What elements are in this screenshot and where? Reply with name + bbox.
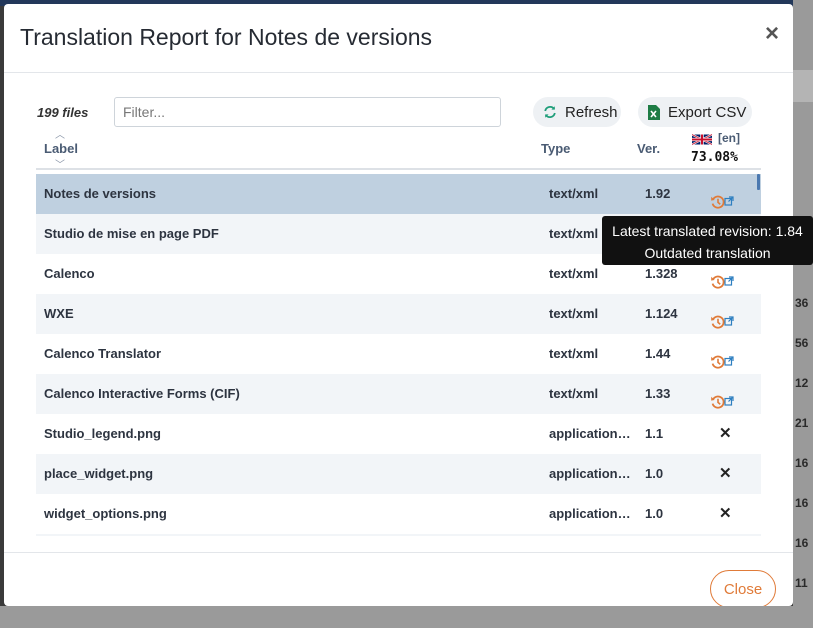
filter-input[interactable] xyxy=(114,97,501,127)
background-count: 16 xyxy=(795,496,809,510)
background-count: 56 xyxy=(795,336,809,350)
missing-translation-icon: ✕ xyxy=(719,465,732,482)
row-label: place_widget.png xyxy=(44,466,154,481)
row-label: Studio_legend.png xyxy=(44,426,161,441)
external-link-icon[interactable] xyxy=(724,302,734,326)
missing-translation-icon: ✕ xyxy=(719,505,732,522)
export-csv-label: Export CSV xyxy=(668,103,747,121)
row-version: 1.33 xyxy=(645,386,671,401)
background-count: 16 xyxy=(795,456,809,470)
background-count: 21 xyxy=(795,416,809,430)
background-count: 12 xyxy=(795,376,809,390)
dialog-header: Translation Report for Notes de versions… xyxy=(4,4,793,73)
row-type: application/o... xyxy=(549,426,634,441)
row-version: 1.44 xyxy=(645,346,671,361)
language-code: [en] xyxy=(718,131,740,145)
background-count: 16 xyxy=(795,536,809,550)
translation-percent: 73.08% xyxy=(691,150,738,165)
row-status: ✕ xyxy=(710,454,750,494)
row-label: WXE xyxy=(44,306,74,321)
type-column-header[interactable]: Type xyxy=(541,141,570,156)
row-label: Studio de mise en page PDF xyxy=(44,226,219,241)
external-link-icon[interactable] xyxy=(724,182,734,206)
background-bottom xyxy=(0,606,813,628)
label-column-header[interactable]: Label xyxy=(44,141,78,156)
background-count: 36 xyxy=(795,296,809,310)
export-csv-button[interactable]: Export CSV xyxy=(638,97,752,127)
row-label: Calenco Interactive Forms (CIF) xyxy=(44,386,240,401)
missing-translation-icon: ✕ xyxy=(719,425,732,442)
row-status: ✕ xyxy=(710,414,750,454)
footer-divider xyxy=(4,552,793,553)
external-link-icon[interactable] xyxy=(724,342,734,366)
table-row[interactable]: Studio_legend.png application/o... 1.1 ✕ xyxy=(36,414,761,454)
tooltip-revision: Latest translated revision: 1.84 xyxy=(612,223,803,239)
row-version: 1.124 xyxy=(645,306,678,321)
translation-report-dialog: Translation Report for Notes de versions… xyxy=(4,4,793,606)
row-status xyxy=(710,294,750,334)
table-row[interactable]: place_widget.png application/o... 1.0 ✕ xyxy=(36,454,761,494)
row-status xyxy=(710,174,750,214)
table-row[interactable]: Calenco Translator text/xml 1.44 xyxy=(36,334,761,374)
row-status: ✕ xyxy=(710,494,750,534)
close-icon[interactable]: × xyxy=(765,22,779,46)
row-status xyxy=(710,374,750,414)
row-version: 1.92 xyxy=(645,186,671,201)
row-label: Notes de versions xyxy=(44,186,156,201)
sort-asc-icon[interactable]: ︿ xyxy=(55,126,65,141)
row-type: text/xml xyxy=(549,306,599,321)
close-button[interactable]: Close xyxy=(710,570,776,606)
row-label: widget_options.png xyxy=(44,506,167,521)
row-type: application/o... xyxy=(549,466,634,481)
table-row[interactable] xyxy=(36,534,761,536)
row-version: 1.0 xyxy=(645,466,664,481)
external-link-icon[interactable] xyxy=(724,382,734,406)
refresh-icon xyxy=(543,105,557,119)
row-version: 1.0 xyxy=(645,506,664,521)
files-count: 199 files xyxy=(37,105,89,120)
table-row[interactable]: WXE text/xml 1.124 xyxy=(36,294,761,334)
dialog-title: Translation Report for Notes de versions xyxy=(20,24,433,50)
row-label: Calenco Translator xyxy=(44,346,162,361)
table-row[interactable]: Calenco Interactive Forms (CIF) text/xml 1… xyxy=(36,374,761,414)
version-column-header[interactable]: Ver. xyxy=(637,141,660,156)
background-panel xyxy=(793,0,813,628)
scrollbar[interactable] xyxy=(757,174,760,190)
row-type: application/o... xyxy=(549,506,634,521)
refresh-button[interactable]: Refresh xyxy=(533,97,621,127)
tooltip-status: Outdated translation xyxy=(644,245,771,261)
table-row[interactable]: Notes de versions text/xml 1.92 xyxy=(36,174,761,214)
row-type: text/xml xyxy=(549,186,599,201)
spreadsheet-file-icon xyxy=(648,104,660,120)
background-count: 11 xyxy=(795,576,808,590)
revision-tooltip: Latest translated revision: 1.84 Outdate… xyxy=(602,216,813,265)
row-version: 1.1 xyxy=(645,426,664,441)
row-type: text/xml xyxy=(549,386,599,401)
refresh-label: Refresh xyxy=(565,103,618,121)
table-row[interactable]: widget_options.png application/o... 1.0 ✕ xyxy=(36,494,761,534)
row-type: text/xml xyxy=(549,346,599,361)
row-status xyxy=(710,334,750,374)
row-label: Calenco xyxy=(44,266,95,281)
uk-flag-icon xyxy=(692,133,712,146)
